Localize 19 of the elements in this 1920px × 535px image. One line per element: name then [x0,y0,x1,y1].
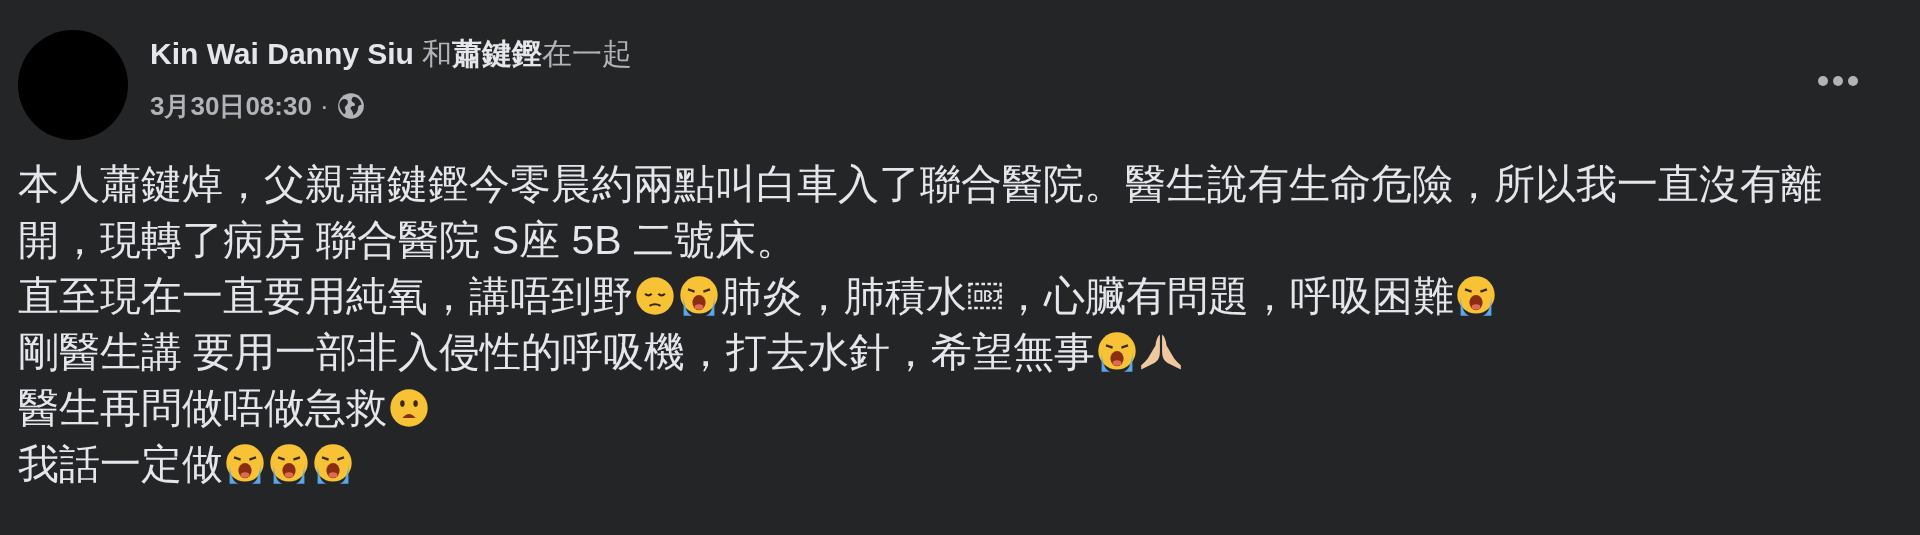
crying-face-icon [677,274,721,318]
crying-face-icon [311,442,355,486]
crying-face-icon [267,442,311,486]
crying-face-icon [223,442,267,486]
post-time-link[interactable]: 3月30日08:30 [150,86,312,126]
post-paragraph: 直至現在一直要用純氧，講唔到野 肺炎，肺積水 ，心臟有問題，呼吸困難 [18,268,1858,324]
with-suffix-text: 在一起 [541,36,632,72]
globe-icon[interactable] [336,92,365,120]
author-link[interactable]: Kin Wai Danny Siu [150,34,414,74]
sad-face-icon [633,274,677,318]
post-paragraph: 我話一定做 [18,436,1858,492]
post-paragraph: 醫生再問做唔做急救 [18,380,1858,436]
separator: · [319,90,329,123]
frowning-face-icon [387,386,431,430]
tagged-link[interactable]: 蕭鍵鏗 [451,34,542,74]
post-paragraph: 剛醫生講 要用一部非入侵性的呼吸機，打去水針，希望無事 [18,324,1858,380]
crying-face-icon [1454,274,1498,318]
post-paragraph: 本人蕭鍵焯，父親蕭鍵鏗今零晨約兩點叫白車入了聯合醫院。醫生說有生命危險，所以我一直沒有離開，現轉了病房 聯合醫院 S座 5B 二號床。 [18,160,1823,265]
with-text: 和 [421,36,452,72]
